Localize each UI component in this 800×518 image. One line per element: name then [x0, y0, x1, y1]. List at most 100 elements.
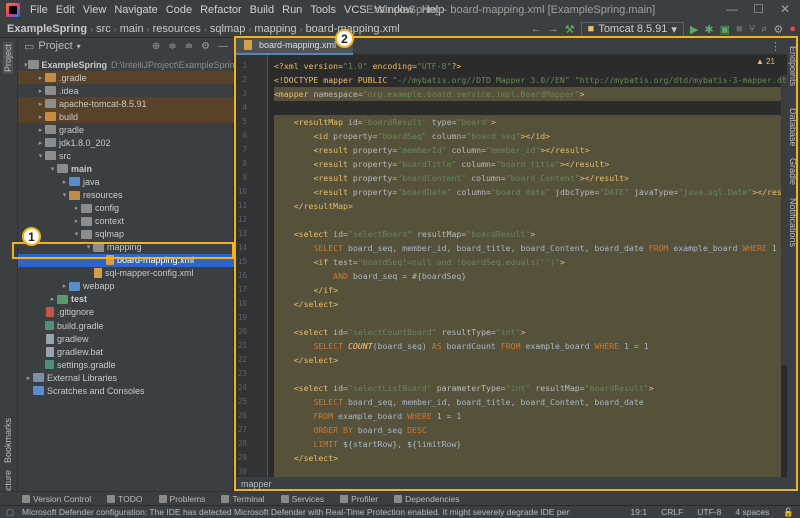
tool-window-problems[interactable]: Problems — [151, 494, 214, 504]
code-line[interactable] — [274, 213, 781, 227]
tree-item[interactable]: ▾ ExampleSpring D:\IntelliJProject\Example… — [18, 58, 240, 71]
status-toggle-icon[interactable]: ▢ — [6, 507, 14, 518]
minimize-icon[interactable]: — — [726, 2, 738, 16]
endpoints-tool-button[interactable]: Endpoints — [788, 46, 798, 86]
code-line[interactable]: </resultMap> — [274, 199, 781, 213]
code-line[interactable]: <resultMap id="boardResult" type="board"… — [274, 115, 781, 129]
menu-item-code[interactable]: Code — [162, 4, 196, 16]
tree-item[interactable]: board-mapping.xml — [18, 253, 234, 267]
tree-item[interactable]: ▾ main — [18, 162, 234, 175]
tree-item[interactable]: ▸ test — [18, 293, 234, 306]
menu-item-file[interactable]: File — [26, 4, 52, 16]
stop-icon[interactable]: ■ — [736, 23, 743, 35]
tree-item[interactable]: settings.gradle — [18, 358, 234, 371]
collapse-all-icon[interactable]: ≐ — [185, 41, 193, 52]
forward-icon[interactable]: → — [548, 23, 559, 35]
expand-arrow-icon[interactable]: ▾ — [48, 165, 57, 173]
code-line[interactable]: </if> — [274, 283, 781, 297]
debug-icon[interactable]: ✱ — [704, 23, 713, 36]
project-panel-title[interactable]: Project — [38, 40, 72, 52]
tree-item[interactable]: ▸ .idea — [18, 84, 234, 97]
menu-item-edit[interactable]: Edit — [52, 4, 79, 16]
code-line[interactable]: SELECT board_seq, member_id, board_title… — [274, 395, 781, 409]
expand-arrow-icon[interactable]: ▾ — [72, 230, 81, 238]
tree-item[interactable]: ▾ sqlmap — [18, 228, 234, 241]
tool-window-version-control[interactable]: Version Control — [14, 494, 99, 504]
expand-arrow-icon[interactable]: ▸ — [48, 295, 57, 303]
code-line[interactable] — [274, 311, 781, 325]
code-line[interactable]: SELECT COUNT(board_seq) AS boardCount FR… — [274, 339, 781, 353]
status-message[interactable]: Microsoft Defender configuration: The ID… — [0, 506, 570, 518]
indent-setting[interactable]: 4 spaces — [735, 507, 769, 518]
expand-all-icon[interactable]: ≑ — [168, 41, 176, 52]
tree-item[interactable]: ▸ config — [18, 202, 234, 215]
tree-item[interactable]: Scratches and Consoles — [18, 384, 234, 397]
locate-icon[interactable]: ⊕ — [152, 41, 160, 52]
tree-item[interactable]: ▸ java — [18, 175, 234, 188]
vcs-icon[interactable]: ⑂ — [749, 23, 756, 35]
code-line[interactable]: FROM example_board WHERE 1 = 1 — [274, 409, 781, 423]
menu-item-view[interactable]: View — [79, 4, 111, 16]
breadcrumb-item[interactable]: src — [93, 23, 114, 35]
code-line[interactable]: <select id="selectListBoard" parameterTy… — [274, 381, 781, 395]
gradle-tool-button[interactable]: Gradle — [788, 158, 798, 185]
code-line[interactable]: <!DOCTYPE mapper PUBLIC "-//mybatis.org/… — [274, 73, 787, 87]
code-line[interactable]: <result property="boardTitle" column="bo… — [274, 157, 781, 171]
tool-window-profiler[interactable]: Profiler — [332, 494, 386, 504]
more-tabs-icon[interactable]: ⋮ — [770, 40, 781, 53]
tool-window-todo[interactable]: TODO — [99, 494, 150, 504]
code-line[interactable]: <result property="boardContent" column="… — [274, 171, 781, 185]
tree-item[interactable]: ▾ src — [18, 149, 234, 162]
tool-window-services[interactable]: Services — [273, 494, 333, 504]
hide-icon[interactable]: — — [218, 41, 228, 52]
tree-item[interactable]: sql-mapper-config.xml — [18, 267, 234, 280]
tree-item[interactable]: ▸ .gradle — [18, 71, 234, 85]
breadcrumb-item[interactable]: main — [117, 23, 147, 35]
expand-arrow-icon[interactable]: ▸ — [36, 87, 45, 95]
code-editor[interactable]: ▲ 21 <?xml version="1.0" encoding="UTF-8… — [268, 55, 787, 477]
search-icon[interactable]: ⌕ — [761, 23, 767, 36]
chevron-down-icon[interactable]: ▾ — [77, 42, 81, 51]
caret-position[interactable]: 19:1 — [631, 507, 648, 518]
expand-arrow-icon[interactable]: ▸ — [36, 100, 45, 108]
tree-item[interactable]: ▸ webapp — [18, 280, 234, 293]
menu-item-refactor[interactable]: Refactor — [196, 4, 246, 16]
code-line[interactable] — [274, 465, 781, 477]
bookmarks-tool-button[interactable]: Bookmarks — [3, 418, 13, 463]
tree-item[interactable]: ▸ build — [18, 110, 234, 124]
settings-icon[interactable]: ⚙ — [773, 23, 783, 36]
expand-arrow-icon[interactable]: ▾ — [60, 191, 69, 199]
code-line[interactable]: <result property="boardDate" column="boa… — [274, 185, 781, 199]
tree-item[interactable]: gradlew — [18, 332, 234, 345]
breadcrumb-item[interactable]: ExampleSpring — [4, 23, 90, 35]
expand-arrow-icon[interactable]: ▸ — [72, 204, 81, 212]
expand-arrow-icon[interactable]: ▸ — [24, 374, 33, 382]
expand-arrow-icon[interactable]: ▸ — [36, 126, 45, 134]
database-tool-button[interactable]: Database — [788, 108, 798, 147]
project-tool-button[interactable]: Project — [3, 42, 13, 75]
tree-item[interactable]: ▸ gradle — [18, 123, 234, 136]
build-hammer-icon[interactable]: ⚒ — [565, 23, 575, 36]
maximize-icon[interactable]: ☐ — [753, 2, 764, 16]
menu-item-run[interactable]: Run — [278, 4, 306, 16]
expand-arrow-icon[interactable]: ▾ — [24, 61, 28, 69]
expand-arrow-icon[interactable]: ▸ — [60, 282, 69, 290]
menu-item-navigate[interactable]: Navigate — [110, 4, 161, 16]
code-line[interactable]: LIMIT ${startRow}, ${limitRow} — [274, 437, 781, 451]
code-line[interactable] — [274, 367, 781, 381]
tree-item[interactable]: ▾ resources — [18, 189, 234, 202]
tree-item[interactable]: ▾ mapping — [18, 241, 234, 254]
run-icon[interactable]: ▶ — [690, 23, 698, 36]
code-line[interactable]: <select id="selectBoard" resultMap="boar… — [274, 227, 781, 241]
code-line[interactable]: <id property="boardSeq" column="board_se… — [274, 129, 781, 143]
breadcrumb-item[interactable]: sqlmap — [207, 23, 248, 35]
line-separator[interactable]: CRLF — [661, 507, 683, 518]
tree-item[interactable]: gradlew.bat — [18, 345, 234, 358]
expand-arrow-icon[interactable]: ▸ — [36, 139, 45, 147]
editor-scrollbar[interactable] — [781, 75, 787, 365]
menu-item-tools[interactable]: Tools — [306, 4, 340, 16]
tree-item[interactable]: ▸ External Libraries — [18, 371, 234, 384]
tool-window-terminal[interactable]: Terminal — [213, 494, 272, 504]
expand-arrow-icon[interactable]: ▸ — [36, 74, 45, 82]
tree-item[interactable]: build.gradle — [18, 319, 234, 332]
